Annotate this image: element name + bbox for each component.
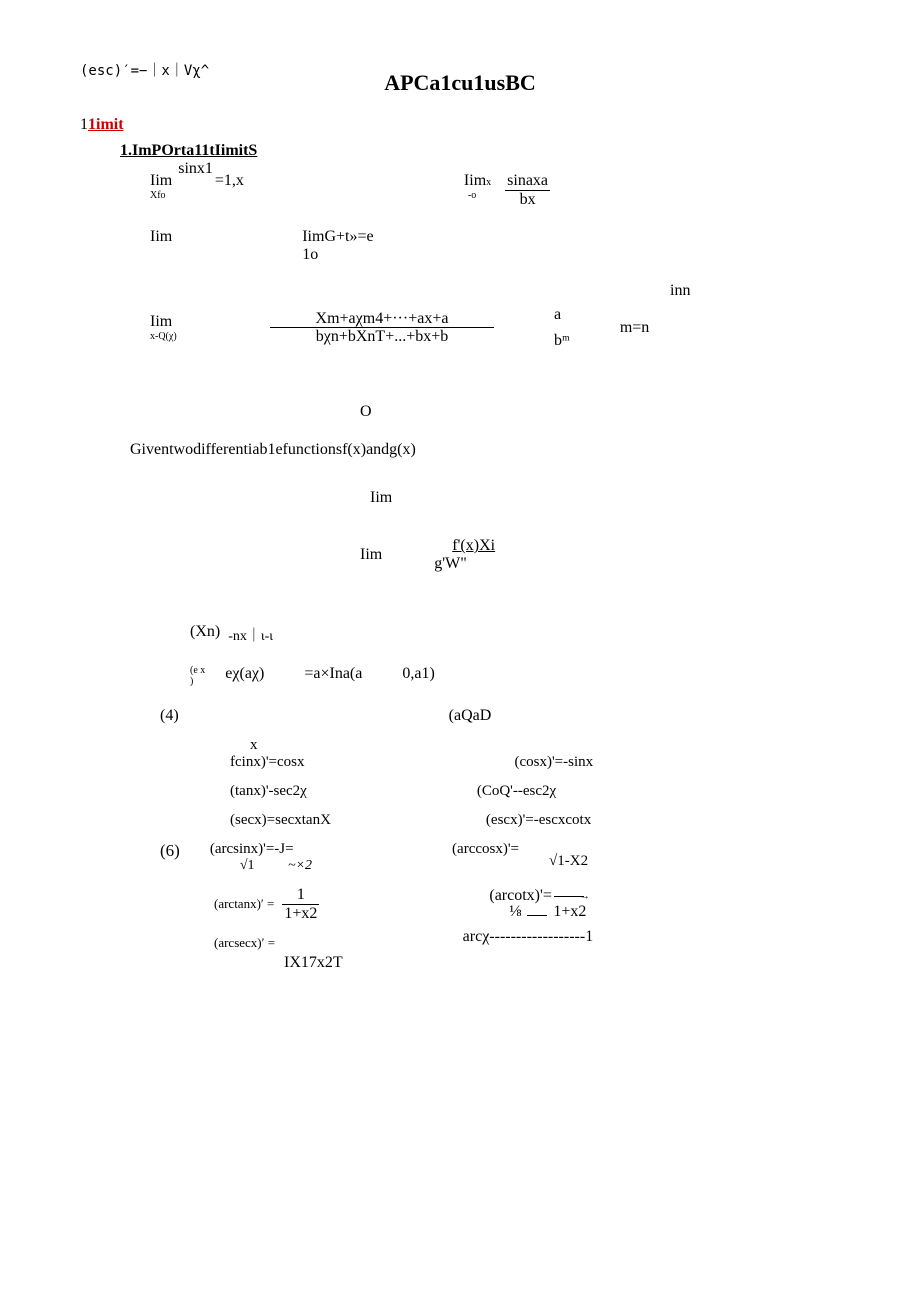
lim-frac-den: g'W" xyxy=(434,555,495,573)
d4-csc: (escx)'=-escxcotx xyxy=(486,812,591,829)
xn: (Xn) xyxy=(190,623,220,641)
arcsin: (arcsinx)'=-J= xyxy=(210,841,312,858)
arctan-den: 1+x2 xyxy=(282,905,319,923)
echi: eχ(aχ) xyxy=(225,665,264,683)
m-eq-n: m=n xyxy=(620,319,649,337)
ex-label: (e x ) xyxy=(190,665,205,687)
eq-d2: =a×Ina(a xyxy=(304,665,362,683)
subsection-1-label: ImPOrta11tIimitS xyxy=(132,142,257,159)
arccos-r: √1-X2 xyxy=(549,853,588,870)
subsection-1: 1.ImPOrta11tIimitS xyxy=(120,142,840,160)
lim-alone: Iim xyxy=(370,489,840,507)
frac-num-3: Xm+aχm4+···+ax+a xyxy=(270,310,494,329)
subsection-1-num: 1. xyxy=(120,142,132,159)
frac-num-1: sinaxa xyxy=(505,172,550,191)
d4-sec: (secx)=secxtanX xyxy=(230,812,331,829)
arccsc: arcχ------------------1 xyxy=(463,928,594,946)
eq-1: =1,x xyxy=(215,172,244,190)
limit-1-left: Iim Xfo sinx1 =1,x xyxy=(150,172,244,201)
d6-label: (6) xyxy=(160,841,180,861)
frac-den-3: bχn+bXnT+...+bx+b xyxy=(270,328,494,346)
d4-tan: (tanx)'-sec2χ xyxy=(230,783,307,800)
section-1-heading: 11imit xyxy=(80,116,840,134)
col-a-bot: bᵐ xyxy=(554,328,570,354)
d4-sin: fcinx)'=cosx xyxy=(230,754,304,771)
arctan-num: 1 xyxy=(282,886,319,905)
arccos: (arccosx)'= xyxy=(452,841,519,858)
d4-label: (4) xyxy=(160,707,179,725)
arcsec-pre: (arcsecx)′ = xyxy=(214,935,275,950)
lim-2-left: Iim xyxy=(150,228,172,246)
lim-3: Iim xyxy=(150,313,200,331)
arccot-frac: ⅛ xyxy=(509,903,521,920)
section-1-label: 1imit xyxy=(88,116,124,133)
arcsin-b1: √1 xyxy=(240,858,255,873)
d4-cot: (CoQ'--esc2χ xyxy=(477,783,556,800)
tail-d2: 0,a1) xyxy=(402,665,434,683)
lim-sub-r2: -o xyxy=(468,190,491,201)
arctan-pre: (arctanx)′ = xyxy=(214,896,274,912)
sinx-over: sinx1 xyxy=(178,160,213,178)
inn-label: inn xyxy=(670,282,690,300)
nx: -nx｜ι-ι xyxy=(228,625,273,645)
lim-frac-pre: Iim xyxy=(360,546,382,564)
d4-x: x xyxy=(250,737,840,754)
lim-sub-r: x xyxy=(486,177,491,188)
lim-label: Iim xyxy=(150,172,172,190)
d4-right: (aQaD xyxy=(449,707,492,725)
lim-sub-1: Xfo xyxy=(150,190,172,201)
lim-2-mid1: IimG+t»=e xyxy=(302,228,373,246)
lim-frac-num: f'(x)Xi xyxy=(452,537,495,555)
arcsec-r: IX17x2T xyxy=(284,954,343,972)
d4-cos: (cosx)'=-sinx xyxy=(514,754,593,771)
lim-2-mid2: 1o xyxy=(302,246,373,264)
lim-label-r: Iim xyxy=(464,172,486,189)
arcsin-b2: ~×2 xyxy=(288,858,312,873)
frac-den-1: bx xyxy=(505,191,550,209)
arccot-r: 1+x2 xyxy=(553,903,586,920)
o-label: O xyxy=(360,403,840,421)
lim-3-sub: x-Q(χ) xyxy=(150,331,200,342)
limit-1-right: Iimx -o sinaxa bx xyxy=(464,172,550,208)
col-a-top: a xyxy=(554,302,570,328)
section-1-num: 1 xyxy=(80,116,88,133)
given-text: Giventwodifferentiab1efunctionsf(x)andg(… xyxy=(130,441,840,459)
